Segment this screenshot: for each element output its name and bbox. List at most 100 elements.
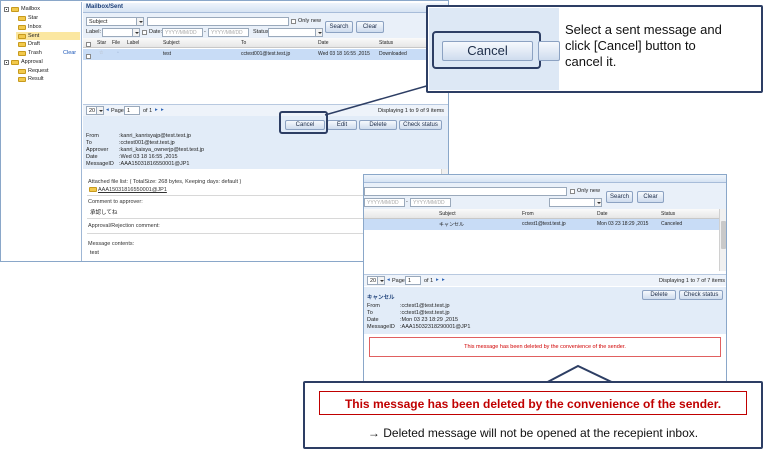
date-to-input[interactable]: YYYY/MM/DD — [208, 28, 249, 37]
tree-item-approval[interactable]: Approval — [4, 59, 43, 65]
edit-button[interactable]: Edit — [327, 120, 357, 130]
status-filter-select[interactable] — [268, 28, 323, 37]
list-scrollbar-2[interactable] — [719, 209, 726, 271]
page-size-select-2[interactable]: 20 — [367, 276, 385, 285]
detail-messageid-value-2: :AAA15032318290001@JP1 — [400, 324, 471, 330]
tree-item-sent[interactable]: Sent — [16, 32, 80, 40]
only-new-checkbox-2[interactable] — [570, 189, 575, 194]
tree-item-draft[interactable]: Draft — [18, 41, 40, 47]
label-icon: ▫ — [117, 50, 119, 56]
last-page-icon[interactable]: ▸ — [161, 107, 164, 113]
date-filter-checkbox[interactable] — [142, 30, 147, 35]
col-header-date[interactable]: Date — [318, 40, 329, 46]
date-from-input[interactable]: YYYY/MM/DD — [162, 28, 203, 37]
next-page-icon[interactable]: ▸ — [155, 107, 158, 113]
table-row[interactable]: ☆ ▫ test cctest001@test.test.jp Wed 03 1… — [83, 49, 448, 60]
filter-field-select[interactable]: Subject — [86, 17, 144, 26]
detail-date-key-2: Date — [367, 317, 379, 323]
label-filter-label: Label: — [86, 29, 101, 35]
last-page-icon[interactable]: ▸ — [442, 277, 445, 283]
note-headline-box: This message has been deleted by the con… — [319, 391, 747, 415]
comment-text: 承認してね — [90, 210, 118, 216]
clear-button[interactable]: Clear — [356, 21, 384, 33]
zoom-cancel-button[interactable]: Cancel — [442, 41, 533, 61]
col-header-status-2[interactable]: Status — [661, 211, 675, 217]
row-subject-2: キャンセル — [439, 222, 465, 228]
folder-icon — [89, 187, 97, 192]
chevron-down-icon — [136, 18, 143, 25]
tree-item-request[interactable]: Request — [18, 68, 49, 74]
scrollbar-thumb[interactable] — [721, 221, 726, 249]
page-input[interactable]: 1 — [124, 106, 140, 115]
folder-icon — [18, 41, 26, 47]
trash-clear-link[interactable]: Clear — [63, 50, 76, 56]
label-filter-select[interactable] — [102, 28, 140, 37]
detail-to-value-2: :cctest1@test.test.jp — [400, 310, 450, 316]
date-filter-label: Date: — [149, 29, 163, 35]
detail-from-key: From — [86, 133, 99, 139]
check-status-button[interactable]: Check status — [399, 120, 442, 130]
detail-from-key-2: From — [367, 303, 380, 309]
pager-2: 20 ◂ Page: 1 of 1 ▸ ▸ Displaying 1 to 7 … — [364, 274, 726, 286]
chevron-down-icon — [96, 107, 103, 114]
first-page-icon[interactable]: ◂ — [387, 277, 390, 283]
message-detail-header-2: キャンセル Delete Check status From :cctest1@… — [364, 287, 726, 334]
delete-button-2[interactable]: Delete — [642, 290, 676, 300]
only-new-checkbox[interactable] — [291, 19, 296, 24]
detail-messageid-value: :AAA15031816550001@JP1 — [119, 161, 190, 167]
tree-item-mailbox[interactable]: Mailbox — [4, 6, 40, 12]
detail-approver-value: :kanri_kaisya_ownerjp@test.test.jp — [119, 147, 205, 153]
col-header-to[interactable]: To — [241, 40, 246, 46]
folder-icon — [18, 15, 26, 21]
detail-date-value-2: :Mon 03 23 18:29 ,2015 — [400, 317, 459, 323]
col-header-status[interactable]: Status — [379, 40, 393, 46]
tree-item-trash[interactable]: Trash — [18, 50, 42, 56]
filter-keyword-input[interactable] — [147, 17, 289, 26]
page-of: of 1 — [143, 108, 153, 114]
filter-keyword-input-2[interactable] — [364, 187, 567, 196]
tree-item-inbox[interactable]: Inbox — [18, 24, 41, 30]
zoom-callout: Cancel Select a sent message and click [… — [426, 5, 763, 93]
zoom-instruction: Select a sent message and click [Cancel]… — [565, 22, 722, 69]
msg-title-2: キャンセル — [367, 295, 395, 301]
col-header-star[interactable]: Star — [97, 40, 106, 46]
check-status-button-2[interactable]: Check status — [679, 290, 723, 300]
status-filter-select-2[interactable] — [549, 198, 602, 207]
star-icon[interactable]: ☆ — [99, 50, 103, 56]
chevron-down-icon — [132, 29, 139, 36]
page-size-select[interactable]: 20 — [86, 106, 104, 115]
message-list-header: Star File Label Subject To Date Status — [83, 38, 448, 48]
next-page-icon[interactable]: ▸ — [436, 277, 439, 283]
zoom-next-button[interactable] — [538, 41, 560, 61]
row-to: cctest001@test.test.jp — [241, 51, 291, 57]
only-new-label-2: Only new — [577, 188, 600, 194]
folder-icon — [11, 59, 19, 65]
col-header-subject[interactable]: Subject — [163, 40, 180, 46]
detail-messageid-key: MessageID — [86, 161, 114, 167]
search-button-2[interactable]: Search — [606, 191, 633, 203]
search-button[interactable]: Search — [325, 21, 353, 33]
folder-icon — [11, 6, 19, 12]
collapse-icon[interactable] — [4, 6, 9, 12]
col-header-subject-2[interactable]: Subject — [439, 211, 456, 217]
window-title-strip — [364, 175, 726, 183]
attached-file-link[interactable]: AAA15031816550001@JP1 — [98, 187, 167, 193]
table-row[interactable]: キャンセル cctest1@test.test.jp Mon 03 23 18:… — [364, 219, 719, 230]
collapse-icon[interactable] — [4, 59, 9, 65]
first-page-icon[interactable]: ◂ — [106, 107, 109, 113]
col-header-label[interactable]: Label — [127, 40, 139, 46]
date-to-input-2[interactable]: YYYY/MM/DD — [410, 198, 451, 207]
col-header-from-2[interactable]: From — [522, 211, 534, 217]
row-subject: test — [163, 51, 172, 57]
page-of-2: of 1 — [424, 278, 434, 284]
col-header-date-2[interactable]: Date — [597, 211, 608, 217]
col-header-file[interactable]: File — [112, 40, 120, 46]
page-input-2[interactable]: 1 — [405, 276, 421, 285]
delete-button[interactable]: Delete — [359, 120, 397, 130]
date-from-input-2[interactable]: YYYY/MM/DD — [364, 198, 405, 207]
tree-item-star[interactable]: Star — [18, 15, 38, 21]
tree-item-result[interactable]: Result — [18, 76, 44, 82]
folder-icon — [18, 24, 26, 30]
contents-text: test — [90, 250, 99, 256]
clear-button-2[interactable]: Clear — [637, 191, 664, 203]
